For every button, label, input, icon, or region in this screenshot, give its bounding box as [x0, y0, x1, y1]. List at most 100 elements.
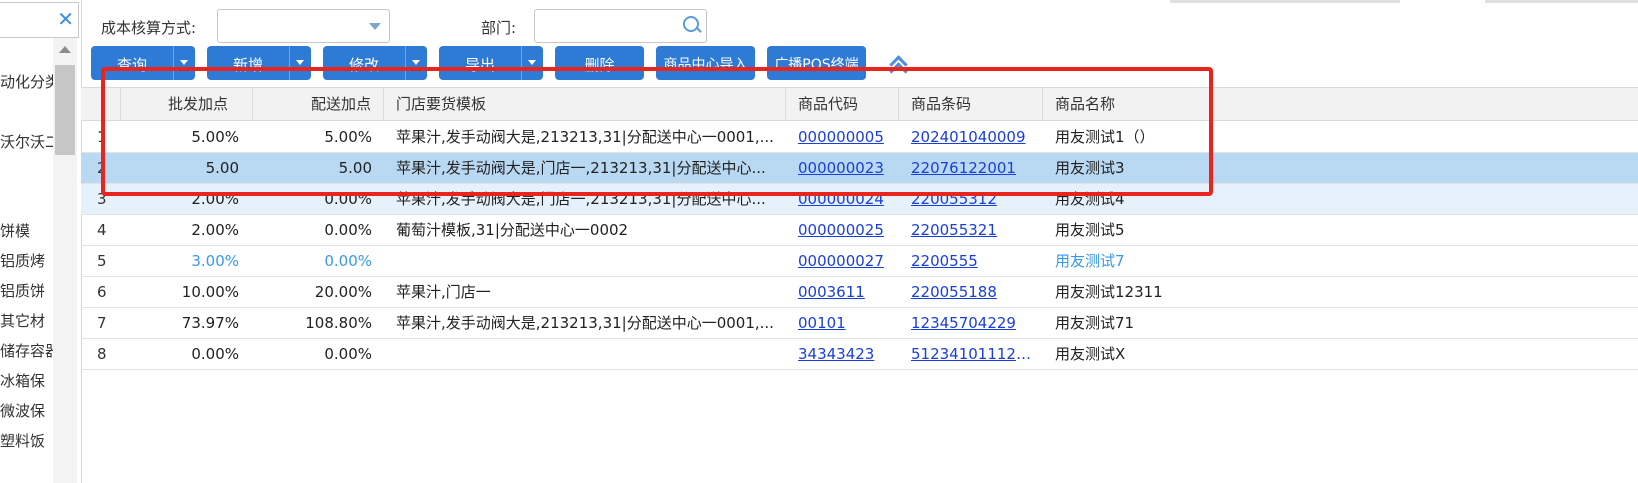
cell-name: 用友测试12311 [1055, 283, 1163, 301]
cell-wholesale: 2.00% [191, 221, 239, 239]
column-header[interactable]: 配送加点 [253, 88, 384, 120]
scroll-up-icon[interactable] [59, 46, 71, 53]
dropdown-arrow-icon[interactable] [528, 60, 536, 65]
query-label: 查询 [116, 56, 147, 74]
add-label: 新增 [232, 56, 263, 74]
tree-item[interactable]: 储存容器 [0, 340, 60, 361]
cell-barcode[interactable]: 512341011123... [911, 339, 1033, 369]
tree-item[interactable]: 沃尔沃二 [0, 131, 60, 152]
tree-item[interactable]: 饼模 [0, 220, 30, 241]
table-row[interactable]: 4 2.00% 0.00% 葡萄汁模板,31|分配送中心一0002 000000025 2… [81, 215, 1638, 246]
cell-template: 苹果汁,发手动阀大是,213213,31|分配送中心一0001,... [396, 314, 774, 332]
clear-icon[interactable]: ✕ [57, 7, 74, 31]
cell-template: 苹果汁,发手动阀大是,门店一,213213,31|分配送中心... [396, 159, 766, 177]
cell-barcode[interactable]: 220055321 [911, 215, 1033, 245]
cell-delivery: 5.00% [324, 128, 372, 146]
table-row[interactable]: 3 2.00% 0.00% 苹果汁,发手动阀大是,门店一,213213,31|分配送中… [81, 184, 1638, 215]
cell-wholesale: 73.97% [181, 314, 239, 332]
delete-label: 删除 [584, 56, 615, 74]
cell-delivery: 5.00 [338, 159, 372, 177]
cell-code[interactable]: 000000025 [798, 215, 898, 245]
tree-item[interactable]: 冰箱保 [0, 370, 45, 391]
tree-item[interactable]: 塑料饭 [0, 430, 45, 451]
cell-no: 4 [97, 221, 107, 239]
chevron-down-icon[interactable] [369, 23, 381, 30]
tree-item[interactable]: 其它材 [0, 310, 45, 331]
cell-template: 葡萄汁模板,31|分配送中心一0002 [396, 221, 629, 239]
add-button[interactable]: 新增 [207, 46, 311, 80]
export-button[interactable]: 导出 [439, 46, 543, 80]
column-header[interactable]: 商品条码 [899, 88, 1043, 120]
cell-code[interactable]: 000000023 [798, 153, 898, 183]
query-button[interactable]: 查询 [91, 46, 195, 80]
column-header[interactable]: 门店要货模板 [384, 88, 786, 120]
cell-template [396, 339, 774, 369]
cell-code[interactable]: 000000005 [798, 122, 898, 152]
table-row[interactable]: 1 5.00% 5.00% 苹果汁,发手动阀大是,213213,31|分配送中心一00… [81, 122, 1638, 153]
cell-name: 用友测试71 [1055, 314, 1135, 332]
table-row[interactable]: 6 10.00% 20.00% 苹果汁,门店一 0003611 220055188 用友测试… [81, 277, 1638, 308]
cell-delivery: 0.00% [324, 190, 372, 208]
modify-label: 修改 [348, 56, 379, 74]
cell-name: 用友测试1（） [1055, 128, 1155, 146]
cell-no: 3 [97, 190, 107, 208]
cell-no: 7 [97, 314, 107, 332]
cell-template [396, 246, 774, 276]
scrollbar-thumb[interactable] [55, 65, 75, 155]
cell-barcode[interactable]: 12345704229 [911, 308, 1033, 338]
cell-barcode[interactable]: 2200555 [911, 246, 1033, 276]
top-edge [1485, 0, 1638, 3]
modify-button[interactable]: 修改 [323, 46, 427, 80]
left-tree-panel: ✕ 动化分类 沃尔沃二 饼模 铝质烤 铝质饼 其它材 储存容器 冰箱保 微波保 … [0, 0, 82, 483]
export-label: 导出 [464, 56, 495, 74]
import-center-button[interactable]: 商品中心导入 [656, 46, 755, 80]
cell-code[interactable]: 00101 [798, 308, 898, 338]
tree-item[interactable]: 铝质饼 [0, 280, 45, 301]
cell-template: 苹果汁,门店一 [396, 283, 491, 301]
rownum-header [81, 88, 121, 120]
tree-item[interactable]: 动化分类 [0, 71, 60, 92]
cell-delivery: 20.00% [314, 283, 372, 301]
cell-barcode[interactable]: 220055188 [911, 277, 1033, 307]
cell-no: 8 [97, 345, 107, 363]
cell-no: 6 [97, 283, 107, 301]
cell-code[interactable]: 0003611 [798, 277, 898, 307]
dropdown-arrow-icon[interactable] [180, 60, 188, 65]
cell-name: 用友测试7 [1055, 252, 1125, 270]
dropdown-arrow-icon[interactable] [296, 60, 304, 65]
cell-name: 用友测试4 [1055, 190, 1125, 208]
column-header[interactable]: 商品名称 [1043, 88, 1638, 120]
cell-wholesale: 10.00% [181, 283, 239, 301]
table-row[interactable]: 8 0.00% 0.00% 34343423 512341011123... 用友测试X [81, 339, 1638, 370]
broadcast-pos-button[interactable]: 广播POS终端 [767, 46, 866, 80]
tree-item[interactable]: 铝质烤 [0, 250, 45, 271]
cost-method-select[interactable] [217, 9, 390, 43]
delete-button[interactable]: 删除 [555, 46, 644, 80]
cell-delivery: 0.00% [324, 221, 372, 239]
search-icon[interactable] [683, 16, 699, 32]
column-header[interactable]: 商品代码 [786, 88, 899, 120]
table-row[interactable]: 7 73.97% 108.80% 苹果汁,发手动阀大是,213213,31|分配送中心… [81, 308, 1638, 339]
cell-barcode[interactable]: 22076122001 [911, 153, 1033, 183]
cell-name: 用友测试3 [1055, 159, 1125, 177]
cell-barcode[interactable]: 220055312 [911, 184, 1033, 214]
cell-delivery: 0.00% [324, 345, 372, 363]
table-row[interactable]: 5 3.00% 0.00% 000000027 2200555 用友测试7 [81, 246, 1638, 277]
cell-code[interactable]: 000000027 [798, 246, 898, 276]
cost-method-label: 成本核算方式: [101, 19, 197, 37]
column-header[interactable]: 批发加点 [121, 88, 253, 120]
collapse-up-icon[interactable] [892, 56, 906, 70]
tree-item[interactable]: 微波保 [0, 400, 45, 421]
dropdown-arrow-icon[interactable] [412, 60, 420, 65]
tree-search-input[interactable]: ✕ [0, 2, 79, 38]
cell-template: 苹果汁,发手动阀大是,门店一,213213,31|分配送中心... [396, 190, 766, 208]
cell-code[interactable]: 000000024 [798, 184, 898, 214]
cell-wholesale: 2.00% [191, 190, 239, 208]
cell-barcode[interactable]: 202401040009 [911, 122, 1033, 152]
cell-no: 5 [97, 252, 107, 270]
cell-no: 2 [97, 159, 107, 177]
dept-input[interactable] [534, 9, 707, 43]
table-row[interactable]: 2 5.00 5.00 苹果汁,发手动阀大是,门店一,213213,31|分配送中心.… [81, 153, 1638, 184]
tree-scrollbar[interactable] [53, 38, 77, 483]
cell-code[interactable]: 34343423 [798, 339, 898, 369]
